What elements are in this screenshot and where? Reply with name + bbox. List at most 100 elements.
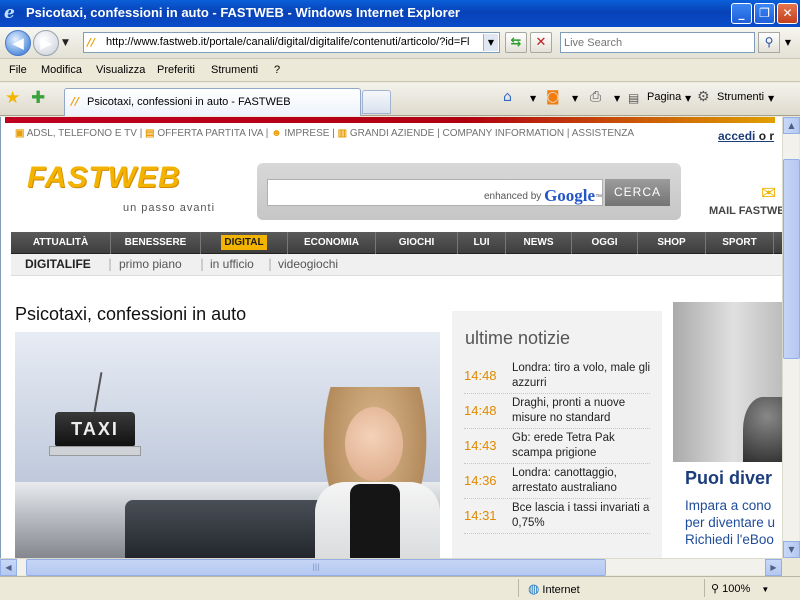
mail-fastweb-link[interactable]: MAIL FASTWE [709, 205, 782, 217]
subnav-in-ufficio[interactable]: in ufficio [210, 257, 254, 271]
link-imprese[interactable]: IMPRESE [284, 128, 329, 139]
cat-economia[interactable]: ECONOMIA [288, 232, 376, 254]
search-input[interactable] [564, 35, 749, 50]
recent-pages-dropdown[interactable]: ▼ [62, 38, 69, 48]
link-assistenza[interactable]: ASSISTENZA [572, 128, 634, 139]
cat-sport[interactable]: SPORT [706, 232, 774, 254]
news-text[interactable]: Bce lascia i tassi invariati a 0,75% [512, 501, 652, 531]
cat-news[interactable]: NEWS [506, 232, 572, 254]
horizontal-scroll-thumb[interactable]: ||| [26, 559, 606, 576]
vertical-scrollbar[interactable]: ▲ ▼ [782, 117, 800, 558]
news-time: 14:31 [464, 508, 497, 523]
link-grandi-aziende[interactable]: GRANDI AZIENDE [350, 128, 434, 139]
vertical-scroll-thumb[interactable] [783, 159, 800, 359]
promo-box[interactable]: Puoi diver Impara a cono per diventare u… [673, 302, 782, 558]
fastweb-logo[interactable]: FASTWEB [27, 161, 181, 195]
back-button[interactable]: ◀ [5, 30, 31, 56]
link-adsl[interactable]: ADSL, TELEFONO E TV [27, 128, 137, 139]
subnav-videogiochi[interactable]: videogiochi [278, 257, 338, 271]
mail-envelope-icon[interactable]: ✉ [761, 183, 776, 204]
subnav-digitalife[interactable]: DIGITALIFE [25, 257, 91, 271]
scroll-left-icon[interactable]: ◀ [0, 559, 17, 576]
menu-preferiti[interactable]: Preferiti [157, 64, 195, 76]
feeds-dropdown-icon[interactable]: ▼ [572, 94, 578, 103]
promo-line: per diventare u [685, 515, 776, 530]
home-dropdown-icon[interactable]: ▼ [530, 94, 536, 103]
print-icon[interactable]: ⎙ [590, 89, 601, 105]
search-options-dropdown[interactable]: ▼ [781, 32, 795, 53]
register-link[interactable]: o r [759, 129, 774, 143]
title-bar: e Psicotaxi, confessioni in auto - FASTW… [0, 0, 800, 27]
close-button[interactable]: ✕ [777, 3, 798, 24]
subnav-separator: | [108, 257, 113, 271]
cat-lui[interactable]: LUI [458, 232, 506, 254]
page-viewport: ▣ ADSL, TELEFONO E TV | ▤ OFFERTA PARTIT… [0, 117, 782, 558]
address-dropdown-icon[interactable]: ▼ [483, 34, 498, 51]
menu-file[interactable]: File [9, 64, 27, 76]
add-favorites-icon[interactable]: ✚ [31, 88, 45, 108]
site-search-input[interactable]: enhanced by Google™ [267, 179, 603, 206]
forward-button[interactable]: ▶ [33, 30, 59, 56]
news-text[interactable]: Gb: erede Tetra Pak scampa prigione [512, 431, 652, 461]
accedi-link[interactable]: accedi [718, 129, 755, 143]
favorites-star-icon[interactable]: ★ [5, 88, 20, 108]
link-partita-iva[interactable]: OFFERTA PARTITA IVA [157, 128, 263, 139]
news-item[interactable]: 14:48 Draghi, pronti a nuove misure no s… [464, 394, 650, 429]
menu-modifica[interactable]: Modifica [41, 64, 82, 76]
news-item[interactable]: 14:31 Bce lascia i tassi invariati a 0,7… [464, 499, 650, 534]
news-text[interactable]: Draghi, pronti a nuove misure no standar… [512, 396, 652, 426]
minimize-button[interactable]: _ [731, 3, 752, 24]
address-url[interactable]: http://www.fastweb.it/portale/canali/dig… [106, 36, 482, 48]
promo-line[interactable]: Richiedi l'eBoo [685, 532, 774, 547]
news-item[interactable]: 14:36 Londra: canottaggio, arrestato aus… [464, 464, 650, 499]
news-text[interactable]: Londra: canottaggio, arrestato australia… [512, 466, 652, 496]
cat-attualita[interactable]: ATTUALITÀ [11, 232, 111, 254]
menu-visualizza[interactable]: Visualizza [96, 64, 145, 76]
cat-digital[interactable]: DIGITAL [201, 232, 288, 254]
address-toolbar: ◀ ▶ ▼ // http://www.fastweb.it/portale/c… [0, 27, 800, 59]
strumenti-dropdown-icon[interactable]: ▼ [768, 94, 774, 103]
menu-strumenti[interactable]: Strumenti [211, 64, 258, 76]
tab-psicotaxi[interactable]: // Psicotaxi, confessioni in auto - FAST… [64, 88, 361, 116]
print-dropdown-icon[interactable]: ▼ [614, 94, 620, 103]
security-zone[interactable]: ◍ Internet [528, 581, 580, 597]
news-item[interactable]: 14:48 Londra: tiro a volo, male gli azzu… [464, 359, 650, 394]
horizontal-scrollbar[interactable]: ◀ ||| ▶ [0, 558, 782, 576]
zoom-control[interactable]: ⚲ 100% ▼ [711, 582, 769, 595]
cat-benessere[interactable]: BENESSERE [111, 232, 201, 254]
cat-oggi[interactable]: OGGI [572, 232, 638, 254]
latest-news-box: ultime notizie 14:48 Londra: tiro a volo… [452, 311, 662, 558]
building-icon: ▥ [337, 128, 348, 139]
pagina-dropdown-icon[interactable]: ▼ [685, 94, 691, 103]
restore-button[interactable]: ❐ [754, 3, 775, 24]
live-search-box[interactable] [560, 32, 755, 53]
top-links: ▣ ADSL, TELEFONO E TV | ▤ OFFERTA PARTIT… [15, 128, 634, 139]
pagina-menu[interactable]: Pagina [647, 91, 681, 103]
scroll-right-icon[interactable]: ▶ [765, 559, 782, 576]
new-tab-button[interactable] [362, 90, 391, 114]
login-links: accedi o r [718, 129, 774, 143]
news-item[interactable]: 14:43 Gb: erede Tetra Pak scampa prigion… [464, 429, 650, 464]
cat-giochi[interactable]: GIOCHI [376, 232, 458, 254]
scroll-down-icon[interactable]: ▼ [783, 541, 800, 558]
promo-headline[interactable]: Puoi diver [685, 468, 772, 489]
link-company-information[interactable]: COMPANY INFORMATION [442, 128, 564, 139]
search-button[interactable]: ⚲ [758, 32, 780, 53]
zone-label: Internet [542, 584, 580, 596]
cerca-button[interactable]: CERCA [605, 179, 670, 206]
cat-shop[interactable]: SHOP [638, 232, 706, 254]
refresh-icon: ⇆ [510, 35, 522, 50]
news-text[interactable]: Londra: tiro a volo, male gli azzurri [512, 361, 652, 391]
article-title: Psicotaxi, confessioni in auto [15, 304, 247, 324]
subnav-primo-piano[interactable]: primo piano [119, 257, 182, 271]
scroll-up-icon[interactable]: ▲ [783, 117, 800, 134]
feeds-icon[interactable]: ◙ [546, 89, 560, 105]
refresh-button[interactable]: ⇆ [505, 32, 527, 53]
address-bar[interactable]: // http://www.fastweb.it/portale/canali/… [83, 32, 500, 53]
zoom-dropdown-icon[interactable]: ▼ [761, 585, 769, 594]
sub-nav: DIGITALIFE | primo piano | in ufficio | … [11, 254, 782, 276]
menu-help[interactable]: ? [274, 64, 280, 76]
stop-button[interactable]: ✕ [530, 32, 552, 53]
strumenti-menu[interactable]: Strumenti [717, 91, 764, 103]
home-icon[interactable]: ⌂ [503, 89, 512, 105]
